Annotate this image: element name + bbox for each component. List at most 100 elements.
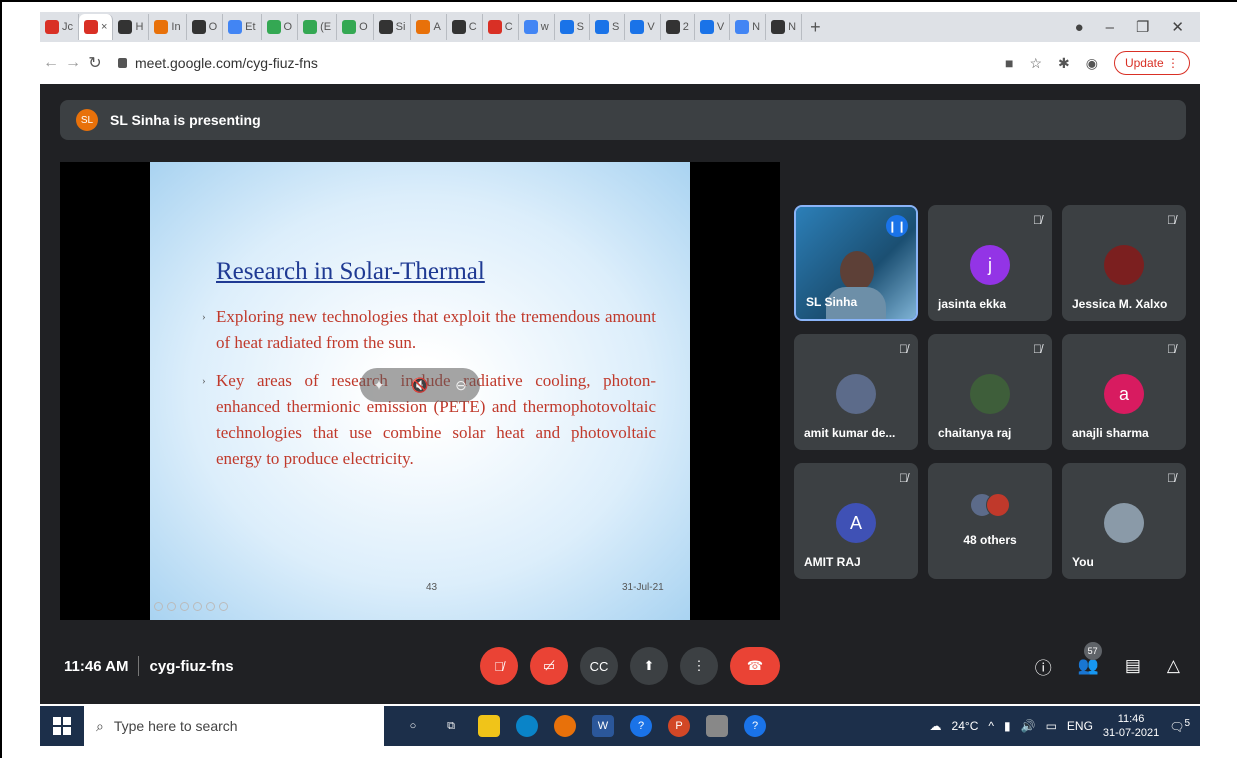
info-icon[interactable]: ⓘ bbox=[1035, 654, 1052, 679]
tab-label: O bbox=[359, 21, 368, 33]
get-help-icon[interactable]: ? bbox=[744, 715, 766, 737]
participant-name: amit kumar de... bbox=[804, 426, 896, 440]
volume-icon[interactable]: 🔊 bbox=[1021, 719, 1036, 733]
tab-label: 2 bbox=[682, 21, 689, 33]
tab-label: N bbox=[788, 21, 797, 33]
mute-presentation-icon[interactable]: 🔇 bbox=[411, 377, 428, 394]
reload-icon[interactable]: ↻ bbox=[84, 53, 106, 73]
browser-tab[interactable]: N bbox=[730, 14, 767, 40]
browser-tab[interactable]: (E bbox=[298, 14, 338, 40]
browser-tab[interactable]: Et bbox=[223, 14, 262, 40]
tab-favicon-icon bbox=[559, 20, 574, 34]
participant-tile-others[interactable]: 48 others bbox=[928, 463, 1052, 579]
slide-tool-icon[interactable] bbox=[167, 602, 176, 611]
browser-tab[interactable]: C bbox=[483, 14, 519, 40]
new-tab-button[interactable]: + bbox=[802, 17, 829, 38]
participant-tile-sl-sinha[interactable]: ❙❙ SL Sinha bbox=[794, 205, 918, 321]
browser-tab[interactable]: N bbox=[766, 14, 803, 40]
end-call-button[interactable]: ☎ bbox=[730, 647, 780, 685]
browser-tab[interactable]: S bbox=[555, 14, 590, 40]
browser-tab[interactable]: w bbox=[519, 14, 555, 40]
slide-tool-icon[interactable] bbox=[180, 602, 189, 611]
browser-tab[interactable]: × bbox=[79, 14, 114, 40]
people-button[interactable]: 57 👥 bbox=[1078, 642, 1102, 676]
bookmark-star-icon[interactable]: ☆ bbox=[1029, 55, 1042, 72]
avatar bbox=[1104, 503, 1144, 543]
pin-icon[interactable]: ✦ bbox=[373, 377, 385, 394]
participant-tile-amit-raj[interactable]: 🎙̸ A AMIT RAJ bbox=[794, 463, 918, 579]
participant-tile-chaitanya[interactable]: 🎙̸ chaitanya raj bbox=[928, 334, 1052, 450]
file-explorer-icon[interactable] bbox=[478, 715, 500, 737]
present-button[interactable]: ⬆ bbox=[630, 647, 668, 685]
mic-toggle-button[interactable]: 🎙̸ bbox=[480, 647, 518, 685]
taskbar-search[interactable]: ⌕ Type here to search bbox=[84, 706, 384, 746]
network-icon[interactable]: ▮ bbox=[1004, 719, 1011, 733]
powerpoint-icon[interactable]: P bbox=[668, 715, 690, 737]
slide-tool-icon[interactable] bbox=[193, 602, 202, 611]
tab-label: V bbox=[647, 21, 655, 33]
browser-tab[interactable]: O bbox=[262, 14, 299, 40]
browser-tab[interactable]: O bbox=[187, 14, 224, 40]
participant-tile-anajli[interactable]: 🎙̸ a anajli sharma bbox=[1062, 334, 1186, 450]
camera-toggle-button[interactable]: ▭̸ bbox=[530, 647, 568, 685]
weather-icon[interactable]: ☁ bbox=[930, 719, 942, 733]
cortana-icon[interactable]: ○ bbox=[402, 715, 424, 737]
browser-tab[interactable]: In bbox=[149, 14, 187, 40]
word-icon[interactable]: W bbox=[592, 715, 614, 737]
participant-tile-jasinta-ekka[interactable]: 🎙̸ j jasinta ekka bbox=[928, 205, 1052, 321]
participant-tile-jessica[interactable]: 🎙̸ Jessica M. Xalxo bbox=[1062, 205, 1186, 321]
browser-tab[interactable]: 2 bbox=[661, 14, 695, 40]
task-view-icon[interactable]: ⧉ bbox=[440, 715, 462, 737]
browser-tab[interactable]: H bbox=[113, 14, 150, 40]
extensions-icon[interactable]: ✱ bbox=[1058, 55, 1070, 72]
close-icon[interactable]: ✕ bbox=[1171, 18, 1184, 36]
search-placeholder: Type here to search bbox=[113, 718, 238, 734]
camera-indicator-icon[interactable]: ■ bbox=[1005, 55, 1013, 71]
remove-icon[interactable]: ⊖ bbox=[455, 377, 467, 394]
chat-icon[interactable]: ▤ bbox=[1125, 656, 1141, 676]
tab-favicon-icon bbox=[451, 20, 466, 34]
activities-icon[interactable]: △ bbox=[1167, 656, 1180, 676]
tab-favicon-icon bbox=[595, 20, 609, 34]
help-icon[interactable]: ? bbox=[630, 715, 652, 737]
browser-tab[interactable]: V bbox=[695, 14, 731, 40]
browser-tab[interactable]: V bbox=[625, 14, 661, 40]
notifications-icon[interactable]: 🗨5 bbox=[1169, 718, 1190, 734]
captions-button[interactable]: CC bbox=[580, 647, 618, 685]
more-options-button[interactable]: ⋮ bbox=[680, 647, 718, 685]
profile-dot-icon[interactable]: ● bbox=[1075, 19, 1084, 36]
url-field[interactable]: meet.google.com/cyg-fiuz-fns bbox=[118, 55, 318, 71]
browser-tab[interactable]: Jc bbox=[40, 14, 79, 40]
browser-tab[interactable]: Si bbox=[374, 14, 412, 40]
chrome-icon[interactable] bbox=[554, 715, 576, 737]
paint-icon[interactable] bbox=[706, 715, 728, 737]
participant-tile-you[interactable]: 🎙̸ You bbox=[1062, 463, 1186, 579]
tray-expand-icon[interactable]: ^ bbox=[988, 719, 994, 733]
address-bar: ← → ↻ meet.google.com/cyg-fiuz-fns ■ ☆ ✱… bbox=[40, 42, 1200, 84]
avatar: A bbox=[836, 503, 876, 543]
browser-tab[interactable]: S bbox=[590, 14, 626, 40]
taskbar-clock[interactable]: 11:46 31-07-2021 bbox=[1103, 712, 1159, 740]
language-indicator[interactable]: ENG bbox=[1067, 719, 1093, 733]
forward-icon[interactable]: → bbox=[62, 54, 84, 72]
screenshot-frame: Jc × H In O Et O (E O Si A C Cw S S V 2 V N N + ● – ❐ ✕ ← →… bbox=[0, 0, 1237, 758]
slide-tool-icon[interactable] bbox=[219, 602, 228, 611]
slide-tool-icon[interactable] bbox=[154, 602, 163, 611]
slide-tool-icon[interactable] bbox=[206, 602, 215, 611]
browser-tab[interactable]: C bbox=[447, 14, 483, 40]
bullet-arrow-icon: › bbox=[202, 311, 206, 323]
avatar[interactable]: ◉ bbox=[1086, 55, 1098, 72]
maximize-icon[interactable]: ❐ bbox=[1136, 18, 1149, 36]
update-button[interactable]: Update ⋮ bbox=[1113, 51, 1190, 75]
edge-icon[interactable] bbox=[516, 715, 538, 737]
browser-tab[interactable]: A bbox=[411, 14, 447, 40]
weather-temp[interactable]: 24°C bbox=[952, 719, 979, 733]
start-button[interactable] bbox=[40, 706, 84, 746]
battery-icon[interactable]: ▭ bbox=[1046, 719, 1057, 733]
browser-tab[interactable]: O bbox=[337, 14, 374, 40]
minimize-icon[interactable]: – bbox=[1106, 19, 1114, 36]
participant-tile-amit-kumar[interactable]: 🎙̸ amit kumar de... bbox=[794, 334, 918, 450]
back-icon[interactable]: ← bbox=[40, 54, 62, 72]
presentation-view[interactable]: Research in Solar-Thermal › Exploring ne… bbox=[60, 162, 780, 620]
mic-off-icon: 🎙̸ bbox=[899, 342, 908, 356]
